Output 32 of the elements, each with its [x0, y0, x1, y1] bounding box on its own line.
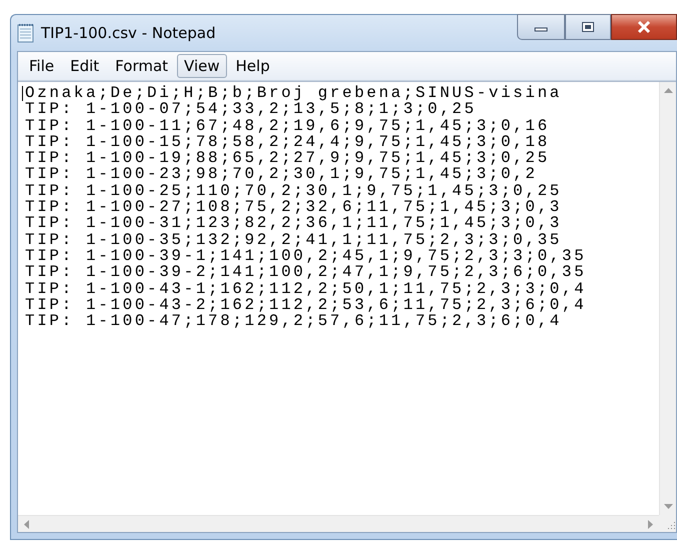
menu-item[interactable]: Format — [108, 54, 176, 78]
menu-item[interactable]: File — [22, 54, 62, 78]
text-line: TIP: 1-100-23;98;70,2;30,1;9,75;1,45;3;0,2 — [25, 166, 538, 183]
text-line: TIP: 1-100-35;132;92,2;41,1;11,75;2,3;3;0,35 — [25, 232, 562, 248]
window-title: TIP1-100.csv - Notepad — [41, 24, 216, 42]
text-line: Oznaka;De;Di;H;B;b;Broj grebena;SINUS-visina — [25, 85, 562, 102]
scroll-left-icon[interactable] — [24, 520, 30, 528]
text-line: TIP: 1-100-15;78;58,2;24,4;9,75;1,45;3;0,18 — [25, 134, 550, 150]
scroll-up-icon[interactable] — [664, 88, 672, 94]
text-line: TIP: 1-100-47;178;129,2;57,6;11,75;2,3;6;0,4 — [25, 313, 562, 330]
maximize-button[interactable] — [565, 14, 611, 40]
text-line: TIP: 1-100-25;110;70,2;30,1;9,75;1,45;3;0,25 — [25, 182, 562, 200]
maximize-icon — [581, 21, 595, 33]
minimize-button[interactable] — [517, 14, 565, 40]
notepad-icon — [17, 23, 35, 43]
text-line: TIP: 1-100-11;67;48,2;19,6;9,75;1,45;3;0,16 — [25, 118, 550, 134]
text-line: TIP: 1-100-39-2;141;100,2;47,1;9,75;2,3;6;0,35 — [25, 264, 586, 281]
text-line: TIP: 1-100-27;108;75,2;32,6;11,75;1,45;3;0,3 — [25, 199, 562, 216]
close-button[interactable] — [611, 14, 677, 40]
text-line: TIP: 1-100-31;123;82,2;36,1;11,75;1,45;3;0,3 — [25, 215, 562, 232]
text-line: TIP: 1-100-19;88;65,2;27,9;9,75;1,45;3;0,25 — [25, 150, 550, 166]
text-line: TIP: 1-100-43-2;162;112,2;53,6;11,75;2,3;6;0,4 — [25, 296, 586, 314]
text-line: TIP: 1-100-39-1;141;100,2;45,1;9,75;2,3;3;0,35 — [25, 248, 586, 264]
menu-item[interactable]: Help — [228, 54, 277, 78]
text-caret — [22, 86, 23, 101]
text-line: TIP: 1-100-07;54;33,2;13,5;8;1;3;0,25 — [25, 101, 476, 118]
menu-item[interactable]: View — [177, 54, 227, 78]
scroll-down-icon[interactable] — [664, 503, 672, 509]
text-line: TIP: 1-100-43-1;162;112,2;50,1;11,75;2,3;3;0,4 — [25, 280, 586, 297]
menu-item[interactable]: Edit — [63, 54, 106, 78]
scroll-right-icon[interactable] — [647, 520, 653, 528]
close-icon — [636, 20, 652, 34]
